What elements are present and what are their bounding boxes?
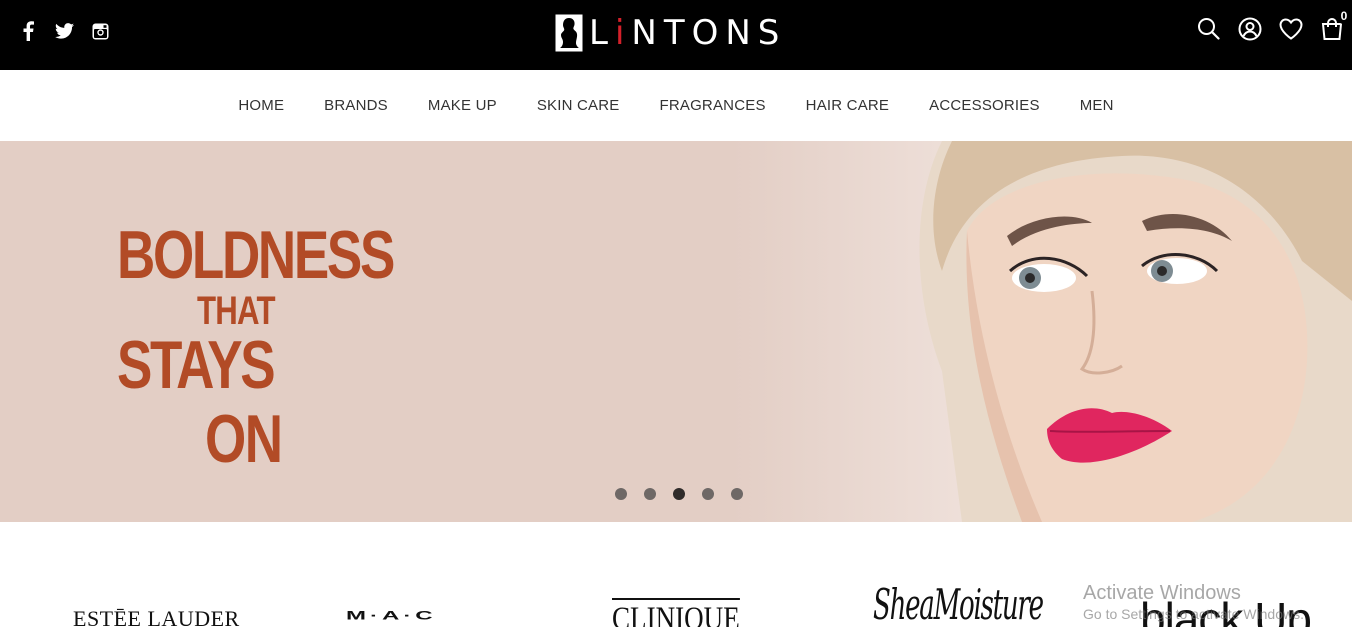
brand-logo-clinique[interactable]: CLINIQUE <box>612 598 740 627</box>
main-nav: HOME BRANDS MAKE UP SKIN CARE FRAGRANCES… <box>0 70 1352 140</box>
brand-logo-mac[interactable]: M·A·C <box>346 609 437 623</box>
logo-wordmark: LiNTONS <box>589 13 787 53</box>
cart-icon[interactable]: 0 <box>1319 8 1352 41</box>
nav-item-accessories[interactable]: ACCESSORIES <box>909 97 1060 114</box>
wishlist-heart-icon[interactable] <box>1278 16 1303 41</box>
logo-mark-icon <box>555 14 583 52</box>
nav-item-make-up[interactable]: MAKE UP <box>408 97 517 114</box>
nav-item-fragrances[interactable]: FRAGRANCES <box>639 97 785 114</box>
instagram-icon[interactable] <box>90 21 110 41</box>
brand-logo-estee-lauder[interactable]: ESTĒE LAUDER <box>73 606 240 627</box>
hero-headline-line1: BOLDNESS <box>117 217 395 293</box>
nav-item-home[interactable]: HOME <box>218 97 304 114</box>
social-links <box>18 21 110 41</box>
facebook-icon[interactable] <box>18 21 38 41</box>
brand-logo-sheamoisture[interactable]: SheaMoisture <box>873 580 1044 627</box>
carousel-dot-3[interactable] <box>673 488 685 500</box>
nav-item-hair-care[interactable]: HAIR CARE <box>786 97 909 114</box>
nav-item-men[interactable]: MEN <box>1060 97 1134 114</box>
carousel-dot-4[interactable] <box>702 488 714 500</box>
cart-count-badge: 0 <box>1336 8 1352 24</box>
carousel-dot-1[interactable] <box>615 488 627 500</box>
os-activation-watermark: Activate Windows Go to Settings to activ… <box>1083 582 1304 622</box>
hero-headline-line2: THAT <box>197 289 276 333</box>
watermark-line1: Activate Windows <box>1083 582 1241 604</box>
site-logo[interactable]: LiNTONS <box>555 12 786 54</box>
carousel-dot-2[interactable] <box>644 488 656 500</box>
hero-model-image <box>919 141 1352 522</box>
nav-item-brands[interactable]: BRANDS <box>304 97 408 114</box>
carousel-dots <box>615 488 743 500</box>
header-utilities: 0 <box>1196 8 1352 41</box>
twitter-icon[interactable] <box>54 21 74 41</box>
watermark-line2: Go to Settings to activate Windows. <box>1083 606 1304 622</box>
hero-headline: BOLDNESS THAT STAYS ON <box>117 221 471 473</box>
carousel-dot-5[interactable] <box>731 488 743 500</box>
account-icon[interactable] <box>1237 16 1262 41</box>
search-icon[interactable] <box>1196 16 1221 41</box>
top-bar: LiNTONS 0 <box>0 0 1352 70</box>
hero-headline-line4: ON <box>205 401 283 477</box>
hero-banner[interactable]: BOLDNESS THAT STAYS ON <box>0 141 1352 522</box>
nav-item-skin-care[interactable]: SKIN CARE <box>517 97 640 114</box>
hero-headline-line3: STAYS <box>117 327 276 403</box>
brand-logos-strip: ESTĒE LAUDER M·A·C CLINIQUE SheaMoisture… <box>0 522 1352 627</box>
